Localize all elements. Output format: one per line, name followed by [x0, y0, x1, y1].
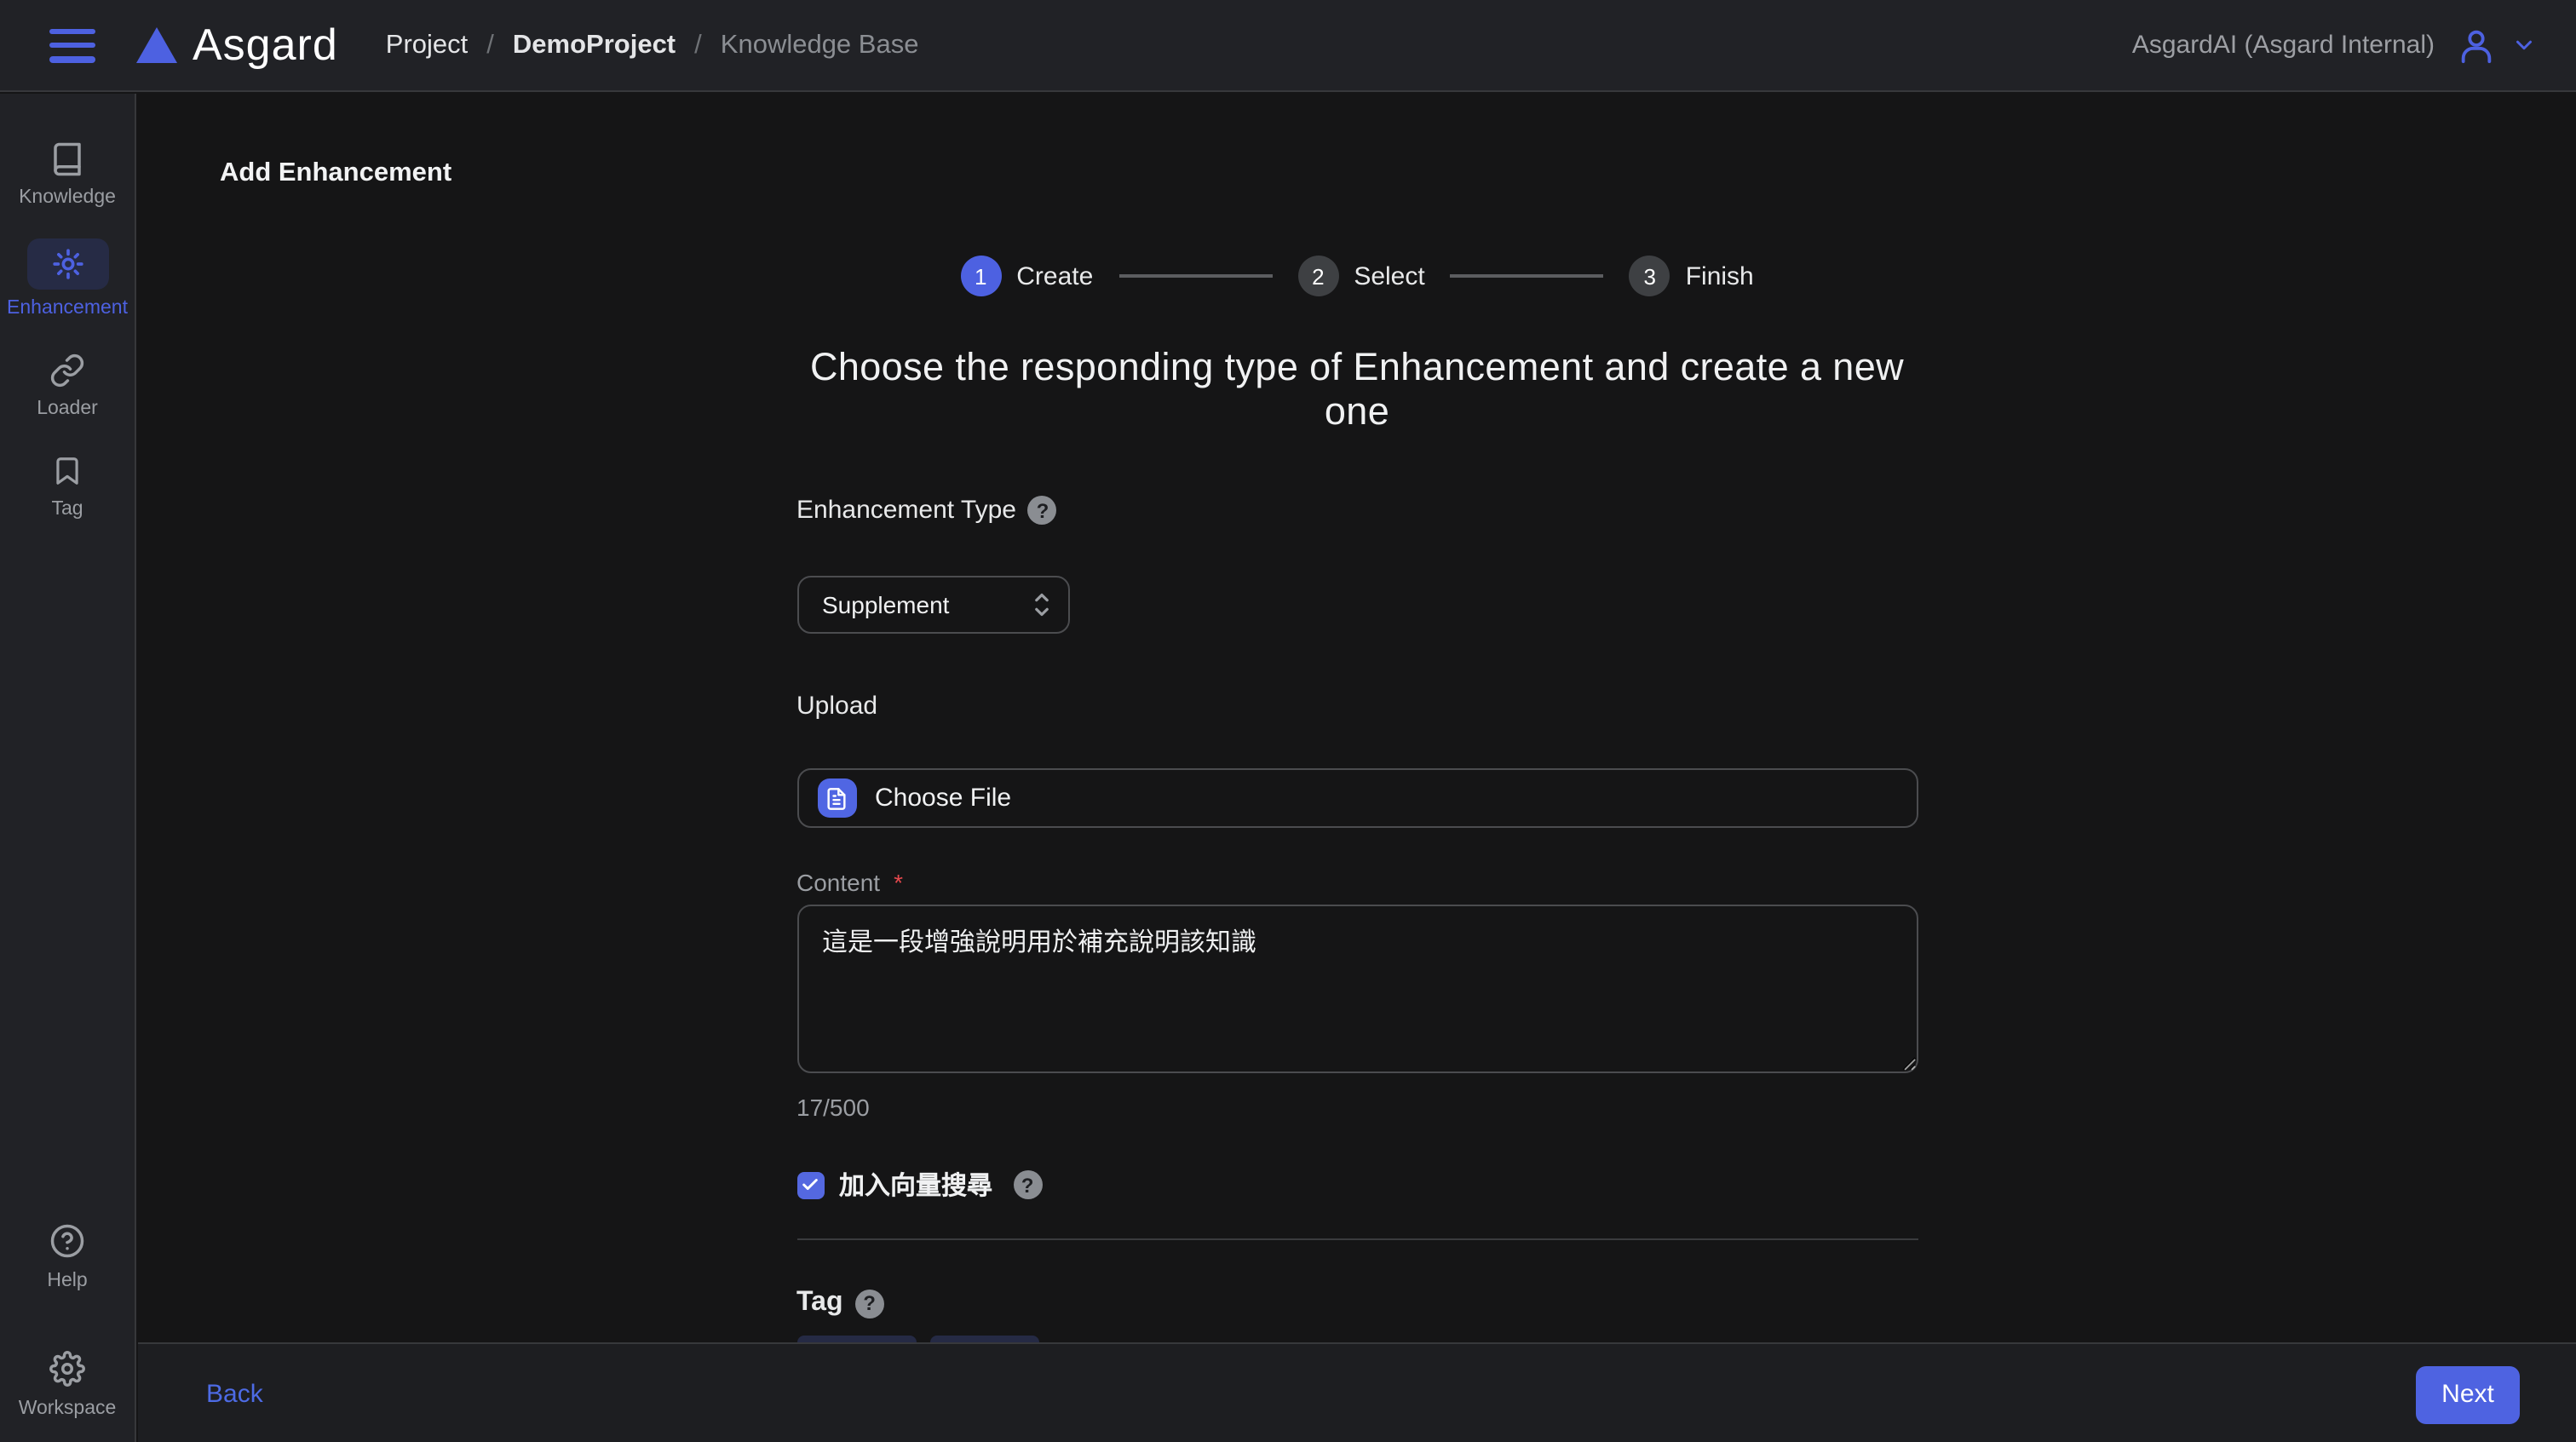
sidebar-bottom: Help Workspace: [0, 1221, 135, 1418]
step-1-circle: 1: [960, 256, 1001, 296]
hamburger-menu-icon[interactable]: [49, 28, 95, 62]
back-link[interactable]: Back: [206, 1381, 263, 1410]
sidebar-item-label: Knowledge: [19, 187, 116, 208]
user-icon: [2457, 26, 2496, 65]
breadcrumb-separator: /: [694, 30, 702, 60]
breadcrumb-project[interactable]: Project: [386, 30, 469, 60]
main-content: Add Enhancement 1 Create 2 Select 3 Fini…: [138, 94, 2576, 1342]
stepper: 1 Create 2 Select 3 Finish: [796, 256, 1918, 296]
step-2-circle: 2: [1297, 256, 1338, 296]
gear-icon: [47, 1348, 88, 1389]
char-counter: 17/500: [796, 1094, 1918, 1121]
breadcrumb: Project / DemoProject / Knowledge Base: [386, 30, 919, 60]
enhancement-type-value: Supplement: [822, 591, 949, 618]
divider: [796, 1238, 1918, 1240]
help-icon[interactable]: ?: [1028, 496, 1057, 525]
sidebar-item-workspace[interactable]: Workspace: [19, 1348, 117, 1418]
enhancement-type-select[interactable]: Supplement: [796, 576, 1069, 634]
choose-file-label: Choose File: [875, 784, 1011, 813]
sun-icon: [47, 244, 88, 284]
navbar: Asgard Project / DemoProject / Knowledge…: [0, 0, 2576, 92]
page-title: Add Enhancement: [220, 158, 451, 189]
upload-label: Upload: [796, 692, 1918, 721]
step-3-circle: 3: [1630, 256, 1670, 296]
bookmark-icon: [47, 450, 88, 491]
breadcrumb-separator: /: [486, 30, 494, 60]
sidebar-item-label: Loader: [37, 399, 98, 419]
step-heading: Choose the responding type of Enhancemen…: [796, 346, 1918, 434]
content-label: Content: [796, 869, 880, 896]
tag-label: Tag: [796, 1288, 843, 1318]
vector-search-checkbox[interactable]: [796, 1171, 824, 1198]
step-connector: [1118, 275, 1272, 278]
triangle-logo-icon: [136, 27, 177, 63]
breadcrumb-knowledge-base: Knowledge Base: [721, 30, 919, 60]
brand-logo[interactable]: Asgard: [136, 19, 338, 72]
link-icon: [47, 349, 88, 390]
step-1-label: Create: [1016, 261, 1093, 290]
select-chevrons-icon: [1032, 591, 1050, 618]
sidebar-item-loader[interactable]: Loader: [37, 349, 98, 419]
form-column: 1 Create 2 Select 3 Finish Choose the re…: [796, 256, 1918, 1342]
required-asterisk: *: [894, 869, 903, 896]
tag-label-row: Tag ?: [796, 1288, 1918, 1318]
sidebar-item-knowledge[interactable]: Knowledge: [19, 138, 116, 208]
vector-search-row: 加入向量搜尋 ?: [796, 1167, 1918, 1203]
sidebar-item-label: Help: [47, 1270, 87, 1290]
step-3-label: Finish: [1686, 261, 1754, 290]
sidebar-item-label: Tag: [51, 499, 83, 520]
tag-chip: 補充: [796, 1336, 916, 1342]
account-menu[interactable]: AsgardAI (Asgard Internal): [2132, 26, 2537, 65]
file-icon: [817, 778, 856, 818]
sidebar-item-enhancement[interactable]: Enhancement: [7, 238, 128, 319]
choose-file-button[interactable]: Choose File: [796, 768, 1918, 828]
app-window: Asgard Project / DemoProject / Knowledge…: [0, 0, 2576, 1442]
question-circle-icon: [47, 1221, 88, 1261]
content-textarea[interactable]: 這是一段增強說明用於補充說明該知識: [796, 905, 1918, 1073]
book-icon: [47, 138, 88, 179]
help-icon[interactable]: ?: [855, 1289, 884, 1318]
breadcrumb-demoproject[interactable]: DemoProject: [513, 30, 676, 60]
enhancement-type-label: Enhancement Type: [796, 496, 1016, 525]
help-icon[interactable]: ?: [1013, 1170, 1042, 1199]
brand-name: Asgard: [193, 19, 338, 72]
sidebar: Knowledge Enhancement Loader Tag: [0, 94, 136, 1442]
sidebar-item-label: Enhancement: [7, 298, 128, 319]
step-2-label: Select: [1354, 261, 1424, 290]
step-connector: [1451, 275, 1604, 278]
sidebar-item-tag[interactable]: Tag: [47, 450, 88, 520]
next-button[interactable]: Next: [2416, 1366, 2520, 1424]
sidebar-item-label: Workspace: [19, 1398, 117, 1418]
sidebar-item-help[interactable]: Help: [47, 1221, 88, 1290]
wizard-footer: Back Next: [138, 1342, 2576, 1442]
content-label-row: Content *: [796, 869, 1918, 896]
add-tag-button[interactable]: Tag: [929, 1336, 1038, 1342]
vector-search-label: 加入向量搜尋: [839, 1167, 992, 1203]
account-label: AsgardAI (Asgard Internal): [2132, 31, 2435, 60]
chevron-down-icon: [2511, 32, 2537, 58]
enhancement-type-label-row: Enhancement Type ?: [796, 496, 1918, 525]
tag-chips: 補充 Tag: [796, 1336, 1918, 1342]
